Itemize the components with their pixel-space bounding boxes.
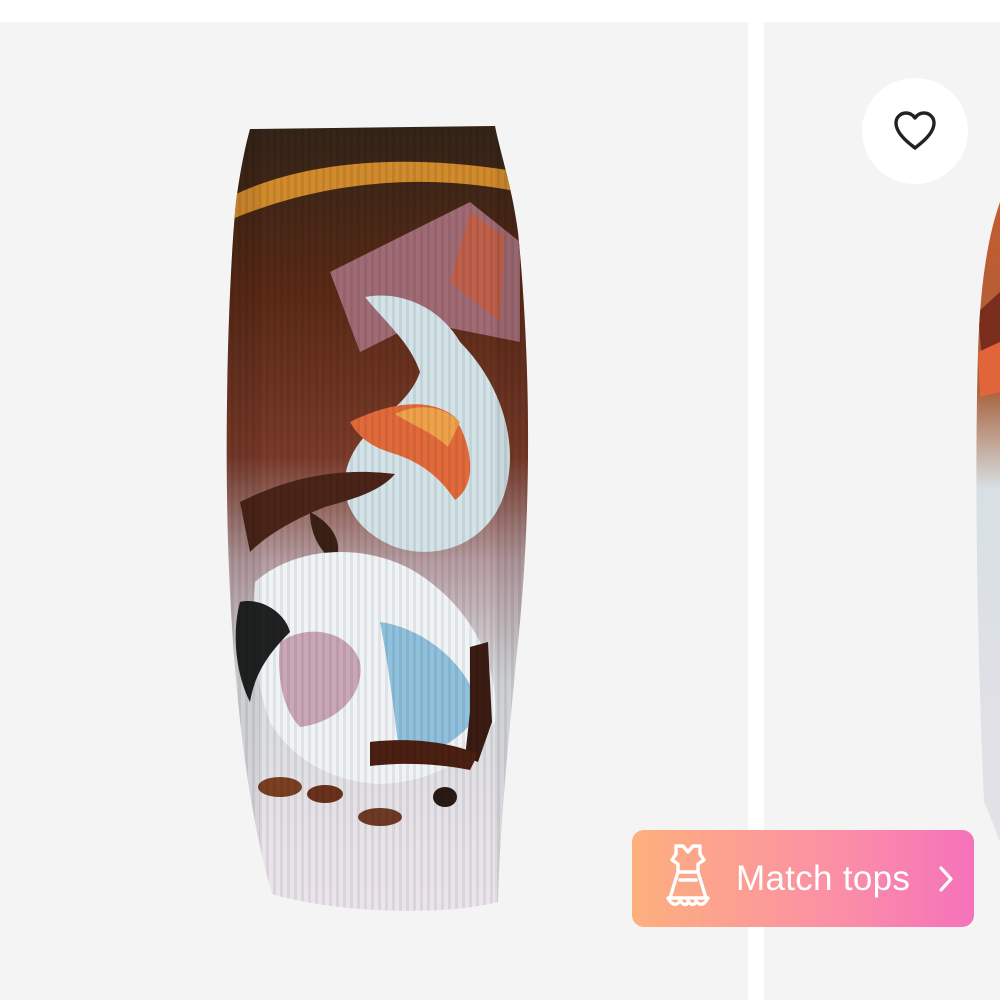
chevron-right-icon — [939, 866, 953, 892]
dress-icon — [666, 844, 710, 907]
match-tops-label: Match tops — [736, 859, 911, 898]
favorite-button[interactable] — [862, 78, 968, 184]
product-page: Match tops — [0, 0, 1000, 1000]
top-strip — [0, 0, 1000, 22]
heart-outline-icon — [894, 111, 936, 150]
product-image-gallery[interactable]: Match tops — [0, 22, 1000, 1000]
match-tops-button[interactable]: Match tops — [632, 830, 974, 927]
